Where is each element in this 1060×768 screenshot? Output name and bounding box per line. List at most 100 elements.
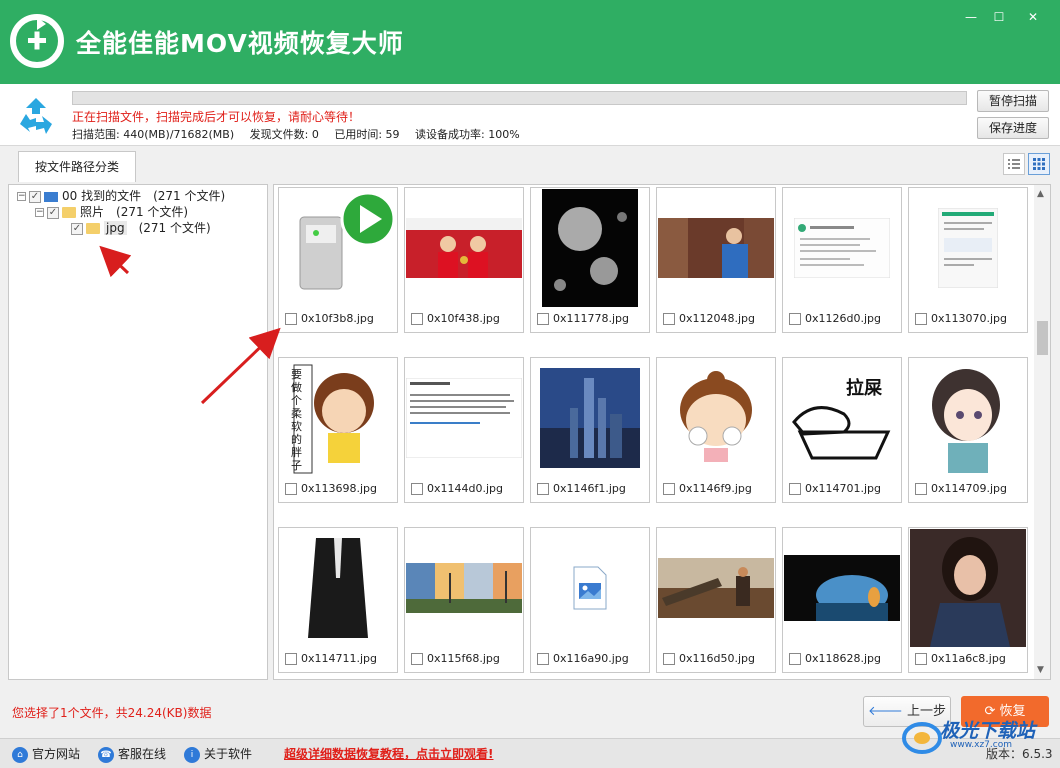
file-checkbox[interactable] — [663, 653, 675, 665]
file-card[interactable]: 0x114711.jpg — [278, 527, 398, 673]
file-thumbnail[interactable] — [784, 189, 900, 307]
file-checkbox[interactable] — [285, 653, 297, 665]
file-checkbox[interactable] — [537, 313, 549, 325]
grid-scrollbar[interactable]: ▲ ▼ — [1034, 185, 1050, 679]
cartoon-caption-text: 要做个柔软的胖子 — [291, 368, 302, 472]
file-card[interactable]: 0x115f68.jpg — [404, 527, 524, 673]
file-card[interactable]: 0x118628.jpg — [782, 527, 902, 673]
file-name: 0x114709.jpg — [931, 482, 1008, 495]
file-thumbnail[interactable] — [658, 359, 774, 477]
file-checkbox[interactable] — [915, 653, 927, 665]
file-thumbnail[interactable] — [532, 359, 648, 477]
tree-label-photos: 照片 — [80, 205, 105, 219]
file-checkbox[interactable] — [285, 313, 297, 325]
home-icon: ⌂ — [12, 746, 28, 763]
file-name: 0x114711.jpg — [301, 652, 378, 665]
file-name: 0x113698.jpg — [301, 482, 378, 495]
scan-progress-bar — [72, 91, 967, 105]
tree-node-root[interactable]: − ✓ 00 找到的文件 (271 个文件) — [17, 188, 225, 204]
official-site-link[interactable]: ⌂ 官方网站 — [12, 745, 80, 763]
tree-checkbox[interactable]: ✓ — [47, 206, 59, 219]
file-checkbox[interactable] — [789, 483, 801, 495]
read-success-rate: 读设备成功率: 100% — [415, 128, 520, 141]
file-card[interactable]: 拉屎 0x114701.jpg — [782, 357, 902, 503]
list-view-button[interactable] — [1003, 153, 1025, 175]
file-card[interactable]: 0x1144d0.jpg — [404, 357, 524, 503]
file-card[interactable]: 0x113698.jpg 要做个柔软的胖子 — [278, 357, 398, 503]
file-thumbnail[interactable] — [910, 529, 1026, 647]
file-checkbox[interactable] — [663, 483, 675, 495]
minimize-button[interactable]: — — [960, 6, 982, 28]
file-card[interactable]: 0x113070.jpg — [908, 187, 1028, 333]
file-caption: 0x114701.jpg — [789, 482, 881, 495]
file-card[interactable]: 0x10f438.jpg — [404, 187, 524, 333]
tree-checkbox[interactable]: ✓ — [29, 190, 41, 203]
file-card[interactable]: 0x114709.jpg — [908, 357, 1028, 503]
scan-panel: 正在扫描文件，扫描完成后才可以恢复，请耐心等待！ 扫描范围: 440(MB)/7… — [0, 84, 1060, 146]
collapse-icon[interactable]: − — [35, 208, 44, 217]
file-thumbnail[interactable] — [280, 529, 396, 647]
file-card[interactable]: 0x112048.jpg — [656, 187, 776, 333]
file-checkbox[interactable] — [537, 483, 549, 495]
tab-by-path[interactable]: 按文件路径分类 — [18, 151, 136, 182]
file-checkbox[interactable] — [411, 483, 423, 495]
file-checkbox[interactable] — [915, 313, 927, 325]
file-caption: 0x115f68.jpg — [411, 652, 500, 665]
file-thumbnail[interactable] — [658, 189, 774, 307]
thumbnail-grid: ▲ ▼ 0x10f3b8.jpg 0x10f438.jpg 0x111778.jpg… — [273, 184, 1051, 680]
file-checkbox[interactable] — [411, 313, 423, 325]
tab-row: 按文件路径分类 — [0, 147, 1060, 182]
file-thumbnail[interactable] — [406, 189, 522, 307]
watermark-url: www.xz7.com — [950, 740, 1012, 750]
file-card[interactable]: 0x111778.jpg — [530, 187, 650, 333]
file-thumbnail[interactable] — [406, 359, 522, 477]
file-thumbnail[interactable] — [784, 529, 900, 647]
file-checkbox[interactable] — [789, 313, 801, 325]
file-checkbox[interactable] — [537, 653, 549, 665]
file-card[interactable]: 0x1146f1.jpg — [530, 357, 650, 503]
file-checkbox[interactable] — [789, 653, 801, 665]
scroll-down-icon[interactable]: ▼ — [1037, 665, 1044, 675]
file-card[interactable]: 0x1126d0.jpg — [782, 187, 902, 333]
about-label: 关于软件 — [204, 747, 253, 761]
file-caption: 0x1144d0.jpg — [411, 482, 503, 495]
file-thumbnail[interactable] — [532, 189, 648, 307]
tree-checkbox[interactable]: ✓ — [71, 222, 83, 235]
file-caption: 0x10f3b8.jpg — [285, 312, 374, 325]
scan-message: 正在扫描文件，扫描完成后才可以恢复，请耐心等待！ — [72, 110, 361, 124]
file-caption: 0x1146f1.jpg — [537, 482, 626, 495]
collapse-icon[interactable]: − — [17, 192, 26, 201]
file-card[interactable]: 0x11a6c8.jpg — [908, 527, 1028, 673]
file-card[interactable]: 0x1146f9.jpg — [656, 357, 776, 503]
file-checkbox[interactable] — [411, 653, 423, 665]
scrollbar-thumb[interactable] — [1037, 321, 1048, 355]
selection-status: 您选择了1个文件，共24.24(KB)数据 — [12, 706, 212, 720]
maximize-button[interactable]: ☐ — [988, 6, 1010, 28]
about-link[interactable]: i 关于软件 — [184, 745, 252, 763]
tree-count-photos: (271 个文件) — [116, 205, 189, 219]
save-progress-button[interactable]: 保存进度 — [977, 117, 1049, 139]
file-thumbnail[interactable] — [910, 359, 1026, 477]
grid-view-button[interactable] — [1028, 153, 1050, 175]
file-card[interactable]: 0x116d50.jpg — [656, 527, 776, 673]
file-card[interactable]: 0x116a90.jpg — [530, 527, 650, 673]
file-thumbnail[interactable] — [910, 189, 1026, 307]
file-checkbox[interactable] — [663, 313, 675, 325]
scroll-up-icon[interactable]: ▲ — [1037, 189, 1044, 199]
file-thumbnail[interactable] — [280, 189, 396, 307]
file-thumbnail[interactable] — [406, 529, 522, 647]
file-checkbox[interactable] — [285, 483, 297, 495]
elapsed-time: 已用时间: 59 — [334, 128, 400, 141]
file-thumbnail[interactable]: 拉屎 — [784, 359, 900, 477]
file-thumbnail[interactable] — [658, 529, 774, 647]
file-card[interactable]: 0x10f3b8.jpg — [278, 187, 398, 333]
tree-node-photos[interactable]: − ✓ 照片 (271 个文件) — [35, 204, 188, 220]
close-button[interactable]: ✕ — [1022, 6, 1044, 28]
file-caption: 0x10f438.jpg — [411, 312, 500, 325]
tree-node-jpg[interactable]: ✓ jpg (271 个文件) — [71, 220, 211, 236]
file-thumbnail[interactable] — [532, 529, 648, 647]
tutorial-link[interactable]: 超级详细数据恢复教程，点击立即观看! — [284, 745, 493, 762]
file-checkbox[interactable] — [915, 483, 927, 495]
pause-scan-button[interactable]: 暂停扫描 — [977, 90, 1049, 112]
support-link[interactable]: ☎ 客服在线 — [98, 745, 166, 763]
